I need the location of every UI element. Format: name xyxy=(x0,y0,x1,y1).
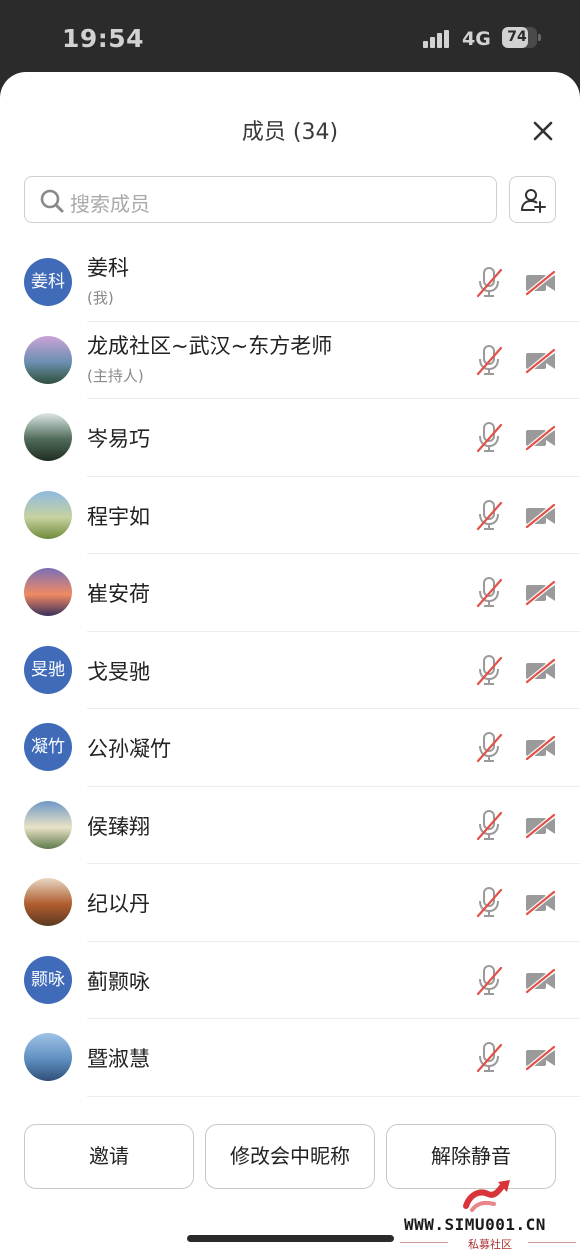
status-time: 19:54 xyxy=(62,24,145,53)
avatar xyxy=(24,335,72,384)
member-row[interactable]: 姜科 姜科 (我) xyxy=(0,244,580,322)
member-row[interactable]: 岑易巧 xyxy=(0,399,580,477)
watermark-url: WWW.SIMU001.CN xyxy=(404,1215,546,1234)
camera-off-icon[interactable] xyxy=(524,967,558,994)
avatar xyxy=(24,1033,72,1081)
add-member-button[interactable] xyxy=(509,176,556,223)
avatar xyxy=(24,413,72,461)
mic-muted-icon[interactable] xyxy=(474,963,504,997)
member-name: 蓟颢咏 xyxy=(87,969,150,994)
mic-muted-icon[interactable] xyxy=(474,885,504,919)
add-person-icon xyxy=(521,189,546,213)
close-icon xyxy=(533,121,553,141)
member-row[interactable]: 龙成社区~武汉~东方老师 (主持人) xyxy=(0,322,580,399)
mic-muted-icon[interactable] xyxy=(474,808,504,842)
camera-off-icon[interactable] xyxy=(524,269,558,297)
members-sheet: 成员 (34) 搜索成员 姜科 姜科 (我) 龙成社区~武汉~东方老师 (主持人… xyxy=(0,72,580,1255)
mic-muted-icon[interactable] xyxy=(474,730,504,764)
member-list: 姜科 姜科 (我) 龙成社区~武汉~东方老师 (主持人) 岑易巧 程宇如 崔安荷… xyxy=(0,244,580,1097)
camera-off-icon[interactable] xyxy=(524,734,558,762)
member-role: (我) xyxy=(87,289,114,307)
member-row[interactable]: 程宇如 xyxy=(0,477,580,554)
avatar: 凝竹 xyxy=(24,723,72,771)
member-row[interactable]: 崔安荷 xyxy=(0,554,580,632)
avatar xyxy=(24,878,72,926)
member-name: 纪以丹 xyxy=(87,892,150,916)
camera-off-icon[interactable] xyxy=(524,889,558,917)
member-name: 戈旻驰 xyxy=(87,659,150,684)
sheet-title: 成员 (34) xyxy=(241,120,339,145)
close-button[interactable] xyxy=(528,116,558,146)
status-bar: 19:54 4G 74 xyxy=(0,0,580,72)
rename-button[interactable]: 修改会中昵称 xyxy=(205,1124,375,1189)
camera-off-icon[interactable] xyxy=(524,502,558,529)
mic-muted-icon[interactable] xyxy=(474,498,504,532)
camera-off-icon[interactable] xyxy=(524,347,558,374)
member-name: 程宇如 xyxy=(87,504,150,529)
member-name: 侯臻翔 xyxy=(87,814,150,839)
camera-off-icon[interactable] xyxy=(524,1044,558,1072)
battery-level: 74 xyxy=(507,29,527,45)
home-indicator[interactable] xyxy=(187,1235,394,1242)
network-type: 4G xyxy=(462,28,491,50)
member-row[interactable]: 凝竹 公孙凝竹 xyxy=(0,709,580,787)
battery-icon: 74 xyxy=(502,27,541,48)
camera-off-icon[interactable] xyxy=(524,579,558,607)
camera-off-icon[interactable] xyxy=(524,812,558,839)
divider xyxy=(87,1095,580,1097)
member-row[interactable]: 纪以丹 xyxy=(0,864,580,942)
avatar xyxy=(24,490,72,539)
member-row[interactable]: 侯臻翔 xyxy=(0,787,580,864)
search-icon xyxy=(40,189,64,213)
mic-muted-icon[interactable] xyxy=(474,653,504,687)
member-name: 姜科 xyxy=(87,256,129,280)
member-row[interactable]: 暨淑慧 xyxy=(0,1019,580,1097)
watermark-sub: 私募社区 xyxy=(468,1238,512,1251)
mic-muted-icon[interactable] xyxy=(474,1040,504,1074)
mic-muted-icon[interactable] xyxy=(474,343,504,377)
mic-muted-icon[interactable] xyxy=(474,265,504,299)
avatar xyxy=(24,568,72,616)
member-row[interactable]: 旻驰 戈旻驰 xyxy=(0,632,580,709)
member-name: 龙成社区~武汉~东方老师 xyxy=(87,333,333,358)
mic-muted-icon[interactable] xyxy=(474,420,504,454)
search-input[interactable]: 搜索成员 xyxy=(24,176,497,223)
member-name: 岑易巧 xyxy=(87,427,150,451)
member-name: 崔安荷 xyxy=(87,582,150,606)
avatar: 姜科 xyxy=(24,258,72,306)
member-name: 公孙凝竹 xyxy=(87,737,171,761)
avatar: 旻驰 xyxy=(24,645,72,694)
mic-muted-icon[interactable] xyxy=(474,575,504,609)
cellular-signal-icon xyxy=(423,30,451,48)
camera-off-icon[interactable] xyxy=(524,424,558,452)
invite-button[interactable]: 邀请 xyxy=(24,1124,194,1189)
camera-off-icon[interactable] xyxy=(524,657,558,684)
member-role: (主持人) xyxy=(87,366,144,385)
watermark: WWW.SIMU001.CN 私募社区 xyxy=(400,1176,580,1251)
search-placeholder: 搜索成员 xyxy=(70,192,150,216)
watermark-logo-icon xyxy=(463,1180,510,1212)
avatar: 颢咏 xyxy=(24,955,72,1004)
member-row[interactable]: 颢咏 蓟颢咏 xyxy=(0,942,580,1019)
member-name: 暨淑慧 xyxy=(87,1047,150,1071)
avatar xyxy=(24,800,72,849)
